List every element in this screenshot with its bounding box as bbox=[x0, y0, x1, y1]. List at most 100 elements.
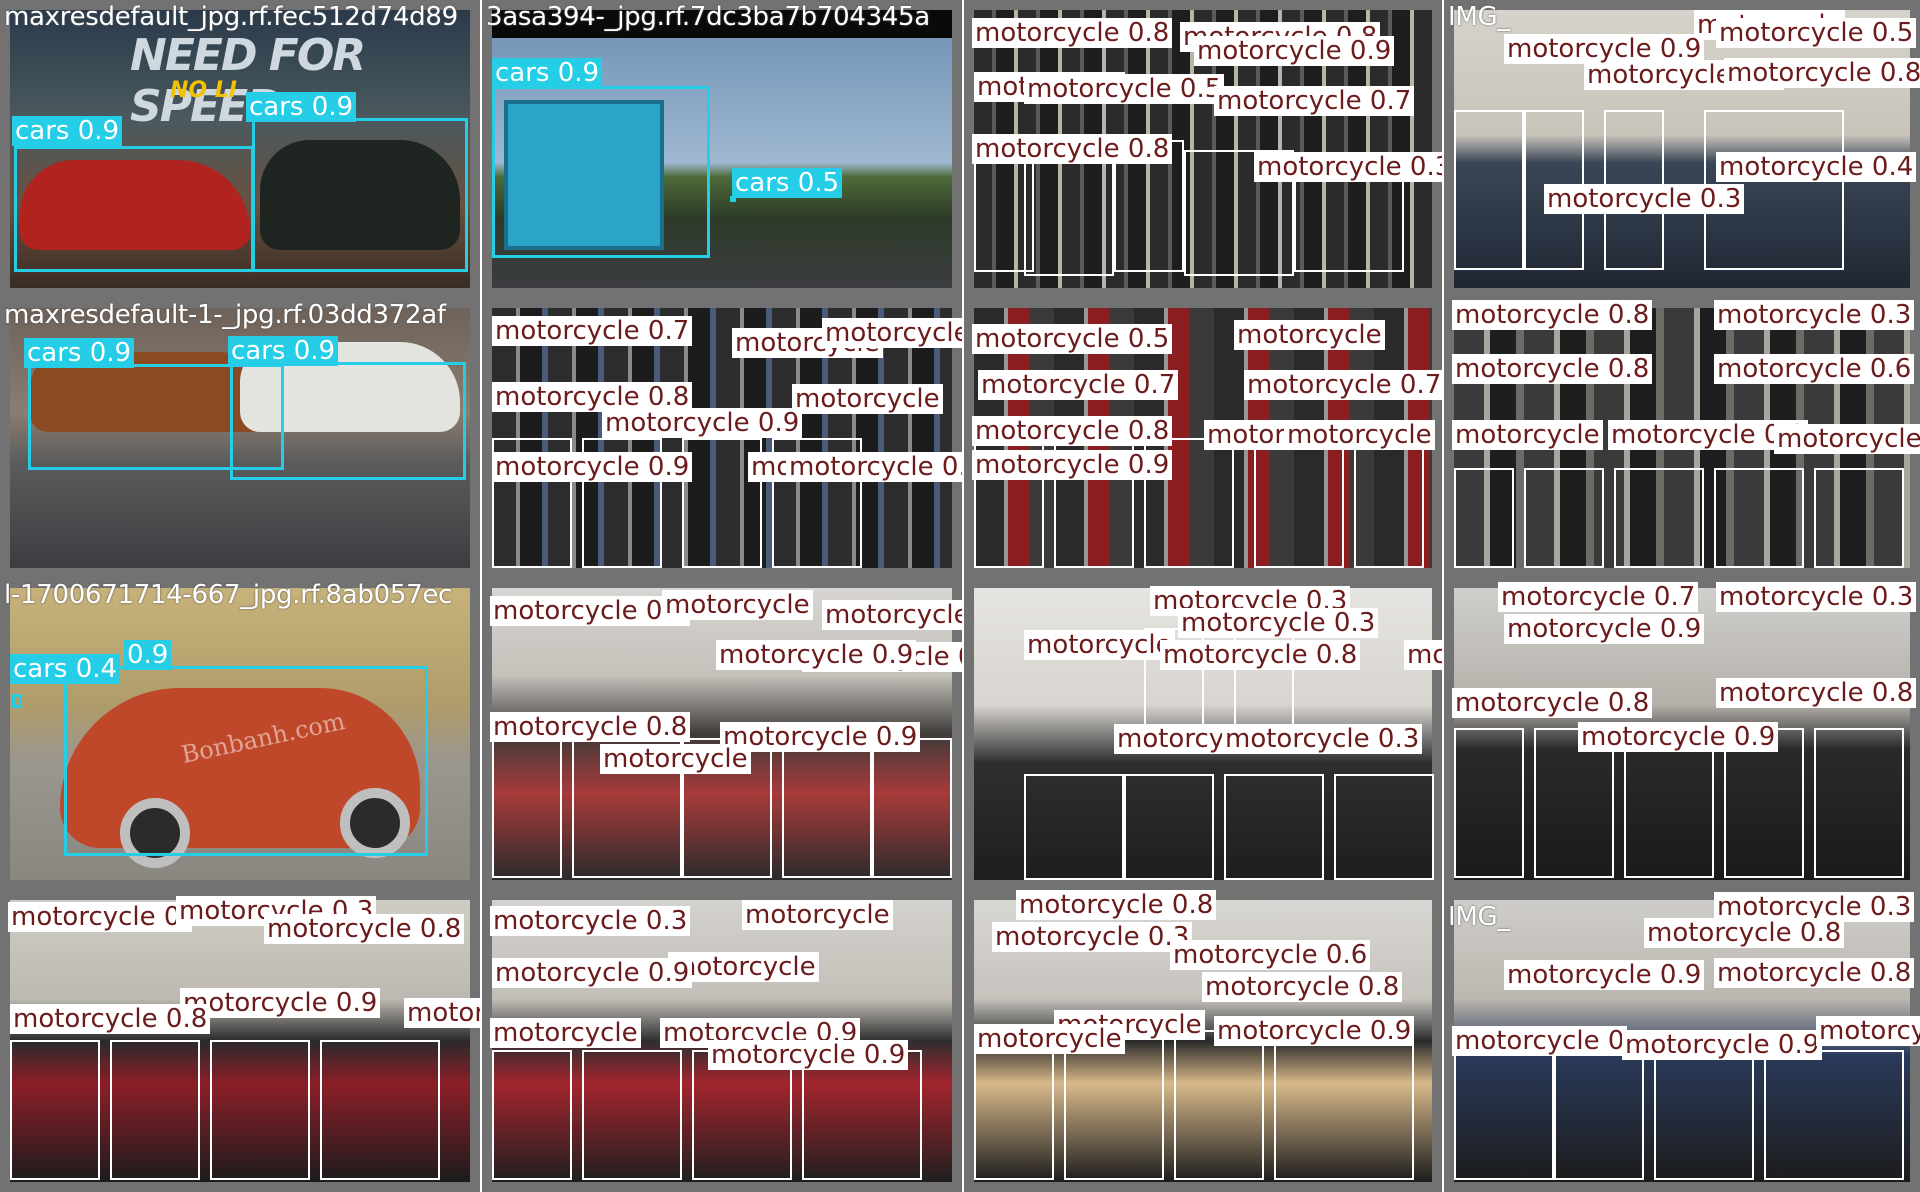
detection-box-car bbox=[14, 146, 254, 272]
tile-r0c0: NEED FOR SPEED NO LI maxresdefault_jpg.r… bbox=[0, 0, 480, 298]
tile-r1c0: maxresdefault-1-_jpg.rf.03dd372af cars 0… bbox=[0, 298, 480, 578]
tile-r1c3: motorcycle 0.8 motorcycle 0.3 motorcycle… bbox=[1444, 298, 1920, 578]
detection-label: motorcycle 0.3 bbox=[490, 906, 691, 936]
detection-label: motorcycle 0.5 bbox=[1716, 18, 1917, 48]
detection-label: motorcycle bbox=[1024, 630, 1175, 660]
detection-label: motorcycle 0.3 bbox=[992, 922, 1193, 952]
detection-label: motorcycle 0.8 bbox=[404, 998, 480, 1028]
detection-label: motorcycle bbox=[490, 1018, 641, 1048]
detection-box-motorcycle bbox=[1024, 774, 1124, 880]
detection-label: motorcycle 0.9 bbox=[1816, 1016, 1920, 1046]
detection-box-motorcycle bbox=[1454, 728, 1524, 878]
detection-box-car bbox=[230, 362, 466, 480]
detection-label: motorcycle 0. bbox=[8, 902, 192, 932]
detection-label: motorcycle 0.8 bbox=[1452, 354, 1653, 384]
detection-label: motorcycle 0.7 bbox=[1214, 86, 1415, 116]
detection-box-motorcycle bbox=[210, 1040, 310, 1180]
detection-box-motorcycle bbox=[1454, 468, 1514, 568]
detection-label: motorcycle 0.8 bbox=[1016, 890, 1217, 920]
detection-label: motorcycle bbox=[974, 1024, 1125, 1054]
detection-label: motorcycle 0.8 bbox=[1644, 918, 1845, 948]
detection-label: motorcycle bbox=[792, 384, 943, 414]
detection-label: motorcycle 0.8 bbox=[972, 416, 1173, 446]
detection-label: motorcycle 0.8 bbox=[1714, 958, 1915, 988]
detection-box-motorcycle bbox=[582, 1050, 682, 1180]
detection-label: motorcycle 0.9 bbox=[1578, 722, 1779, 752]
detection-label: motorcycle bbox=[662, 590, 813, 620]
detection-label: motorcycle 0.6 bbox=[1170, 940, 1371, 970]
tile-r1c2: motorcycle 0.5 motorcycle motorcycle 0.7… bbox=[964, 298, 1442, 578]
detection-label: motorcycle 0.8 bbox=[1160, 640, 1361, 670]
detection-label: motorcycle 0.3 bbox=[1544, 184, 1745, 214]
tile-caption: IMG_ bbox=[1448, 2, 1511, 32]
tile-r1c1: motorcycle 0.7 motorcycle motorcycle mot… bbox=[482, 298, 962, 578]
detection-label: motorcycle 0.6 bbox=[1714, 354, 1915, 384]
detection-label: cars 0.9 bbox=[492, 58, 603, 88]
tile-caption: maxresdefault_jpg.rf.fec512d74d89 bbox=[4, 2, 458, 32]
detection-label: motorcycle 0.8 bbox=[264, 914, 465, 944]
detection-label: motorcycle 0.8 bbox=[10, 1004, 211, 1034]
tile-caption: IMG_ bbox=[1448, 902, 1511, 932]
detection-label: motorcycle bbox=[822, 318, 962, 348]
detection-label: motorcycle 0.8 bbox=[490, 712, 691, 742]
tile-r2c1: motorcycle 0.4 motorcycle motorcycle 0.5… bbox=[482, 578, 962, 890]
detection-label: motorcycle 0.5 bbox=[1404, 640, 1442, 670]
tile-r3c0: motorcycle 0. motorcycle 0.3 motorcycle … bbox=[0, 890, 480, 1192]
detection-label: motorcycle 0.7 bbox=[1498, 582, 1699, 612]
detection-label: motorcycle 0.4 bbox=[1716, 152, 1917, 182]
tile-r3c1: motorcycle 0.3 motorcycle motorcycle mot… bbox=[482, 890, 962, 1192]
detection-box-motorcycle bbox=[1814, 728, 1904, 878]
tile-r3c3: IMG_ motorcycle 0.3 motorcycle 0.8 motor… bbox=[1444, 890, 1920, 1192]
detection-label: motorcycle 0.3 bbox=[1222, 724, 1423, 754]
detection-label: motorcycle 0.9 bbox=[1622, 1030, 1823, 1060]
detection-label: motorcycle 0.7 bbox=[978, 370, 1179, 400]
detection-label: motorcycle 0.8 bbox=[972, 134, 1173, 164]
detection-box-car bbox=[64, 666, 428, 856]
detection-label: motorcycle 0.5 bbox=[1024, 74, 1225, 104]
detection-box-motorcycle bbox=[1764, 1050, 1904, 1180]
detection-box-motorcycle bbox=[1124, 774, 1214, 880]
detection-box-motorcycle bbox=[492, 738, 562, 878]
detection-box-motorcycle bbox=[1454, 1050, 1554, 1180]
game-logo-subtext: NO LI bbox=[170, 78, 237, 103]
detection-label: cars 0.9 bbox=[228, 336, 339, 366]
detection-label: cars 0.4 bbox=[10, 654, 121, 684]
tile-r0c1: 3asa394-_jpg.rf.7dc3ba7b704345a cars 0.9… bbox=[482, 0, 962, 298]
detection-label: motorcycle bbox=[1452, 420, 1603, 450]
detection-label: motorcycle 0.9 bbox=[1504, 34, 1705, 64]
detection-label: motorcycle 0.8 bbox=[1724, 58, 1920, 88]
detection-label: cars 0.5 bbox=[732, 168, 843, 198]
detection-box-motorcycle bbox=[782, 738, 872, 878]
detection-box-motorcycle bbox=[1814, 468, 1904, 568]
detection-box-motorcycle bbox=[1714, 468, 1804, 568]
tile-r2c3: motorcycle 0.7 motorcycle 0.3 motorcycle… bbox=[1444, 578, 1920, 890]
detection-label: motorcycle 0.5 bbox=[822, 600, 962, 630]
detection-label: motorcycle 0.9 bbox=[1194, 36, 1395, 66]
detection-box-motorcycle bbox=[110, 1040, 200, 1180]
detection-box-car bbox=[492, 86, 710, 258]
detection-box-motorcycle bbox=[1454, 110, 1524, 270]
detection-box-motorcycle bbox=[1654, 1050, 1754, 1180]
detection-label: motorcycle 0.3 bbox=[1716, 582, 1917, 612]
detection-label: motorcycle 0 bbox=[1452, 1026, 1628, 1056]
detection-label: motorcycle 0.8 bbox=[786, 452, 962, 482]
detection-box-motorcycle bbox=[10, 1040, 100, 1180]
detection-mosaic: NEED FOR SPEED NO LI maxresdefault_jpg.r… bbox=[0, 0, 1920, 1192]
detection-label: motorcycle 0.3 bbox=[1714, 300, 1915, 330]
detection-box-motorcycle bbox=[1614, 468, 1704, 568]
detection-label: motorcycle 0.9 bbox=[1774, 424, 1920, 454]
detection-label: cars 0.9 bbox=[24, 338, 135, 368]
detection-box-motorcycle bbox=[1524, 468, 1604, 568]
detection-label: motorcycle bbox=[1234, 320, 1385, 350]
tile-r0c2: motorcycle 0.8 motorcycle 0.8 motorcycle… bbox=[964, 0, 1442, 298]
tile-caption: maxresdefault-1-_jpg.rf.03dd372af bbox=[4, 300, 446, 330]
detection-label: motorcycle bbox=[1284, 420, 1435, 450]
tile-r2c2: motorcycle 0.3 motorcycle 0.3 motorcycle… bbox=[964, 578, 1442, 890]
detection-label: motorcycle 0.8 bbox=[1202, 972, 1403, 1002]
detection-label: motorcycle 0.9 bbox=[716, 640, 917, 670]
detection-box-motorcycle bbox=[492, 1050, 572, 1180]
detection-label: motorcycle 0.7 bbox=[1244, 370, 1442, 400]
detection-box-motorcycle bbox=[1334, 774, 1434, 880]
detection-label: motorcycle 0.5 bbox=[972, 324, 1173, 354]
detection-label: motorcycle 0.9 bbox=[492, 452, 693, 482]
